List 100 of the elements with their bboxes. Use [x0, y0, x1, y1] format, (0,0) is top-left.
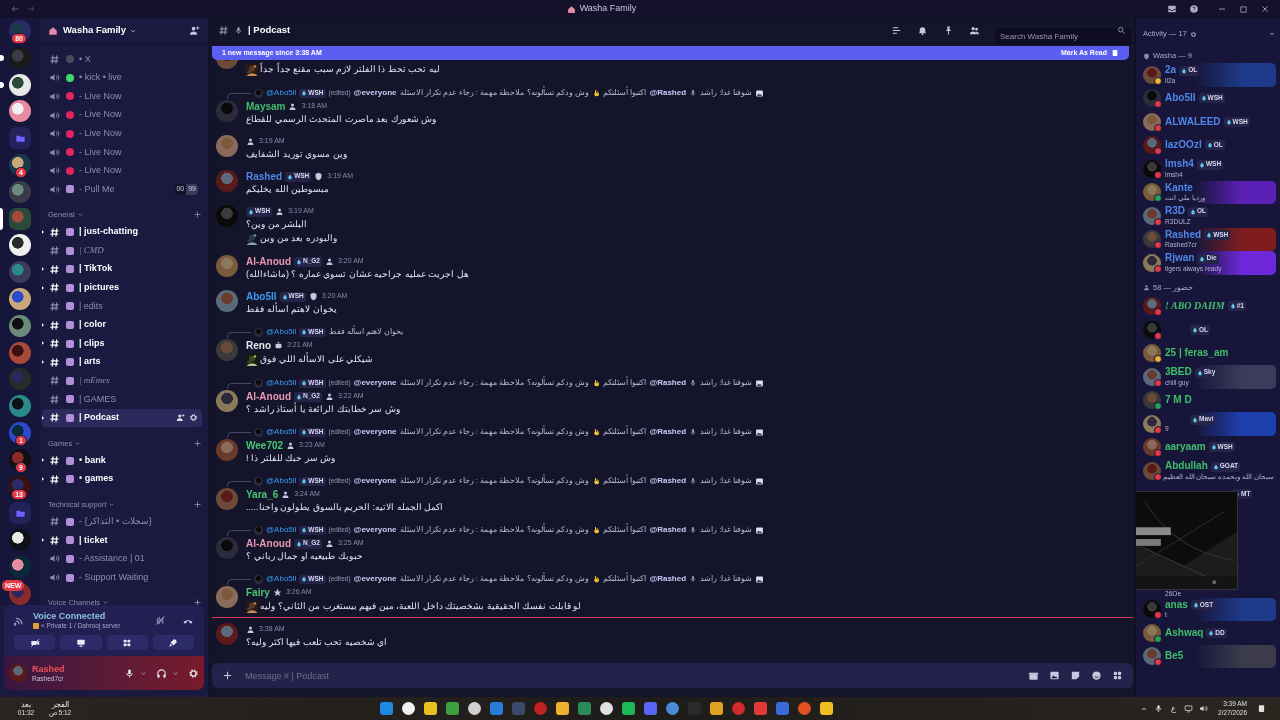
avatar[interactable] [1143, 438, 1161, 457]
avatar[interactable] [216, 390, 238, 412]
member-item[interactable]: Be5 [1141, 644, 1276, 668]
message-field[interactable]: Message # | Podcast [212, 663, 1133, 688]
channel-item[interactable]: | GAMES [42, 390, 202, 409]
avatar[interactable] [216, 255, 238, 277]
add-attachment-icon[interactable] [222, 670, 233, 681]
app-icon[interactable] [555, 702, 569, 715]
channel-item[interactable]: - Live Now [42, 124, 202, 143]
channel-item[interactable]: | pictures [42, 278, 202, 298]
add-channel-icon[interactable] [193, 438, 202, 448]
username[interactable]: Rashed [32, 663, 119, 675]
avatar[interactable] [1143, 230, 1161, 249]
channel-item[interactable]: | edits [42, 297, 202, 316]
reply-author[interactable]: @Abo5ll [266, 426, 297, 438]
avatar[interactable] [1143, 159, 1161, 178]
avatar[interactable] [1143, 623, 1161, 642]
username[interactable]: Al-Anoud [246, 536, 291, 551]
username[interactable]: aaryaam [1165, 441, 1206, 454]
mention[interactable]: @Rashed [649, 87, 687, 99]
avatar[interactable] [1143, 414, 1161, 433]
channel-item[interactable]: • games [42, 469, 202, 489]
app-icon[interactable] [819, 702, 833, 715]
channel-item[interactable]: • bank [42, 451, 202, 470]
channel-item[interactable]: | CMD [42, 241, 202, 260]
username[interactable]: Wee702 [246, 438, 284, 453]
voice-control-button[interactable] [152, 635, 194, 651]
mention[interactable]: @everyone [353, 426, 397, 438]
username[interactable]: Ashwaq [1165, 626, 1204, 639]
app-icon[interactable] [621, 702, 635, 715]
app-icon[interactable] [423, 702, 437, 715]
avatar[interactable] [1143, 647, 1161, 666]
search-field[interactable]: Search Washa Family [995, 28, 1131, 45]
channel-item[interactable]: | TikTok [42, 259, 202, 279]
voice-control-button[interactable] [106, 635, 148, 651]
username[interactable]: Rjwan [1165, 252, 1195, 265]
username[interactable]: lazOOzl [1165, 139, 1202, 152]
add-member-icon[interactable] [189, 25, 200, 36]
avatar[interactable] [1143, 183, 1161, 202]
reply-author[interactable]: @Abo5ll [266, 326, 297, 338]
maximize-icon[interactable] [1239, 4, 1248, 14]
help-icon[interactable] [1189, 4, 1199, 14]
avatar[interactable] [1143, 461, 1161, 480]
username[interactable]: Be5 [1165, 650, 1184, 663]
username[interactable]: Rashed [246, 169, 283, 184]
channel-item[interactable]: - Support Waiting [42, 568, 202, 587]
add-channel-icon[interactable] [193, 210, 202, 220]
settings-icon[interactable] [188, 667, 199, 679]
reply-author[interactable]: @Abo5ll [266, 524, 297, 536]
channel-item[interactable]: • kick • live [42, 68, 202, 88]
mention[interactable]: @Rashed [649, 573, 687, 585]
avatar[interactable] [1143, 297, 1161, 316]
back-arrow-icon[interactable] [10, 4, 20, 14]
channel-item[interactable]: | Podcast [42, 408, 202, 428]
collapse-icon[interactable] [1268, 30, 1276, 38]
avatar[interactable] [1143, 320, 1161, 339]
username[interactable]: 7 M D [1165, 394, 1192, 407]
app-icon[interactable] [709, 702, 723, 715]
channel-item[interactable]: - Live Now [42, 87, 202, 106]
channel-item[interactable]: {سجلات • التذاكر} - [42, 512, 202, 532]
app-icon[interactable] [467, 702, 481, 715]
avatar[interactable] [1143, 253, 1161, 272]
microphone-icon[interactable] [124, 667, 135, 679]
inbox-icon[interactable] [1167, 4, 1177, 14]
channel-item[interactable]: - Live Now [42, 142, 202, 162]
chevron-down-icon[interactable] [172, 669, 179, 677]
headphones-icon[interactable] [156, 667, 167, 679]
avatar[interactable] [1143, 65, 1161, 84]
avatar[interactable] [1143, 391, 1161, 410]
voice-control-button[interactable] [14, 635, 56, 651]
avatar[interactable] [1143, 367, 1161, 386]
app-icon[interactable] [401, 702, 415, 715]
pin-icon[interactable] [943, 25, 954, 36]
username[interactable]: Yara_6 [246, 487, 279, 502]
channel-item[interactable]: - Live Now [42, 161, 202, 181]
settings-icon[interactable] [1189, 30, 1197, 38]
chevron-down-icon[interactable] [140, 669, 147, 677]
mention[interactable]: @everyone [353, 87, 397, 99]
mention[interactable]: @Rashed [649, 426, 687, 438]
username[interactable]: R3D [1165, 205, 1185, 218]
avatar[interactable] [1143, 344, 1161, 363]
mention[interactable]: @everyone [353, 573, 397, 585]
mention[interactable]: @Rashed [649, 524, 687, 536]
username[interactable]: 2a [1165, 64, 1177, 77]
noise-suppression-icon[interactable] [155, 615, 166, 627]
avatar[interactable] [1143, 206, 1161, 225]
username[interactable]: Abdullah [1165, 460, 1208, 473]
channel-item[interactable]: | just-chatting [42, 222, 202, 242]
mention[interactable]: @Rashed [649, 475, 687, 487]
avatar[interactable] [1143, 89, 1161, 108]
mention[interactable]: @everyone [353, 377, 397, 389]
network-icon[interactable] [1184, 704, 1194, 713]
channel-item[interactable]: | mEmes [42, 371, 202, 391]
members-icon[interactable] [969, 25, 980, 36]
username[interactable]: Kante [1165, 181, 1193, 195]
sticker-icon[interactable] [1070, 670, 1081, 681]
username[interactable]: 3BED [1165, 366, 1192, 379]
mention[interactable]: @Rashed [649, 377, 687, 389]
username[interactable]: Rashed [1165, 228, 1202, 242]
add-channel-icon[interactable] [193, 499, 202, 509]
